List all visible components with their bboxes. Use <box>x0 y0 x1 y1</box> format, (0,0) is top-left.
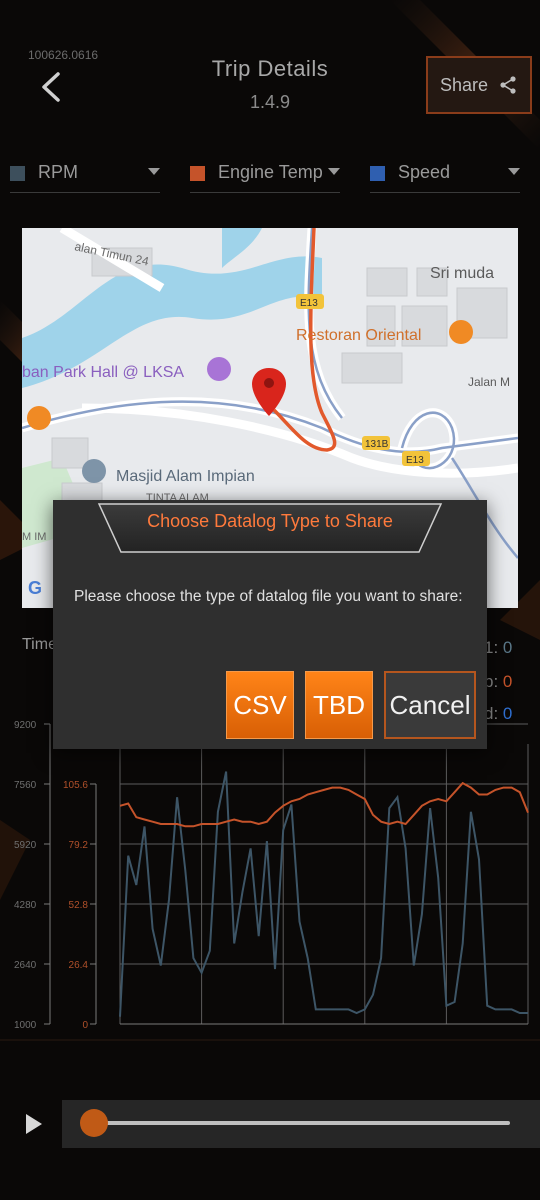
seek-track[interactable] <box>94 1121 510 1125</box>
dialog-message: Please choose the type of datalog file y… <box>74 588 463 605</box>
share-icon <box>500 76 516 94</box>
selector-rpm-label: RPM <box>38 162 78 182</box>
temp-tick-label: 26.4 <box>69 960 89 971</box>
temp-tick-label: 79.2 <box>69 840 89 851</box>
selector-engine-temp-label: Engine Temp <box>218 162 323 182</box>
rpm-tick-label: 9200 <box>14 720 37 731</box>
rpm-tick-label: 2640 <box>14 960 37 971</box>
chevron-down-icon <box>508 168 520 175</box>
map-label: 131B <box>365 439 389 450</box>
hall-icon <box>207 357 231 381</box>
chevron-down-icon <box>328 168 340 175</box>
map-label: ban Park Hall @ LKSA <box>22 364 184 381</box>
temp-tick-label: 105.6 <box>63 780 88 791</box>
chevron-down-icon <box>148 168 160 175</box>
rpm-tick-label: 4280 <box>14 900 37 911</box>
rpm-tick-label: 5920 <box>14 840 37 851</box>
time-label: Time <box>22 636 57 653</box>
trip-chart[interactable]: 9200 7560 5920 4280 2640 1000 105.6 79.2 52.8 26.… <box>0 716 540 1036</box>
share-button[interactable]: Share <box>426 56 532 114</box>
map-label: Sri muda <box>430 265 494 282</box>
playback-bar <box>0 1096 540 1152</box>
restaurant-icon <box>449 320 473 344</box>
map-label: Jalan M <box>468 375 510 389</box>
rpm-readout: 1: 0 <box>484 638 512 658</box>
selector-engine-temp[interactable]: Engine Temp <box>190 156 340 193</box>
engine-temp-swatch <box>190 166 205 181</box>
tbd-button[interactable]: TBD <box>305 671 373 739</box>
map-label: Restoran Oriental <box>296 327 421 344</box>
series-selectors: RPM Engine Temp Speed <box>0 156 540 196</box>
mosque-icon <box>82 459 106 483</box>
speed-swatch <box>370 166 385 181</box>
share-dialog: Choose Datalog Type to Share Please choo… <box>53 500 487 749</box>
google-logo: G <box>28 578 42 598</box>
rpm-tick-label: 7560 <box>14 780 37 791</box>
rpm-tick-label: 1000 <box>14 1020 37 1031</box>
temp-readout-value: 0 <box>502 672 513 691</box>
map-label: M IM <box>22 531 46 543</box>
play-icon[interactable] <box>22 1112 46 1136</box>
share-label: Share <box>439 74 489 95</box>
map-label: E13 <box>300 298 318 309</box>
temp-tick-label: 0 <box>82 1020 88 1031</box>
map-label: Masjid Alam Impian <box>116 468 255 485</box>
seek-thumb[interactable] <box>80 1109 108 1137</box>
selector-rpm[interactable]: RPM <box>10 156 160 193</box>
selector-speed[interactable]: Speed <box>370 156 520 193</box>
temp-readout: p: 0 <box>484 672 512 692</box>
cafe-icon <box>27 406 51 430</box>
cancel-button[interactable]: Cancel <box>384 671 476 739</box>
dialog-title: Choose Datalog Type to Share <box>147 511 393 531</box>
rpm-swatch <box>10 166 25 181</box>
csv-button[interactable]: CSV <box>226 671 294 739</box>
selector-speed-label: Speed <box>398 162 451 182</box>
temp-tick-label: 52.8 <box>69 900 89 911</box>
map-label: E13 <box>406 455 424 466</box>
rpm-series-line <box>119 771 528 1017</box>
rpm-readout-value: 0 <box>502 638 513 657</box>
engine-temp-series-line <box>119 781 529 828</box>
